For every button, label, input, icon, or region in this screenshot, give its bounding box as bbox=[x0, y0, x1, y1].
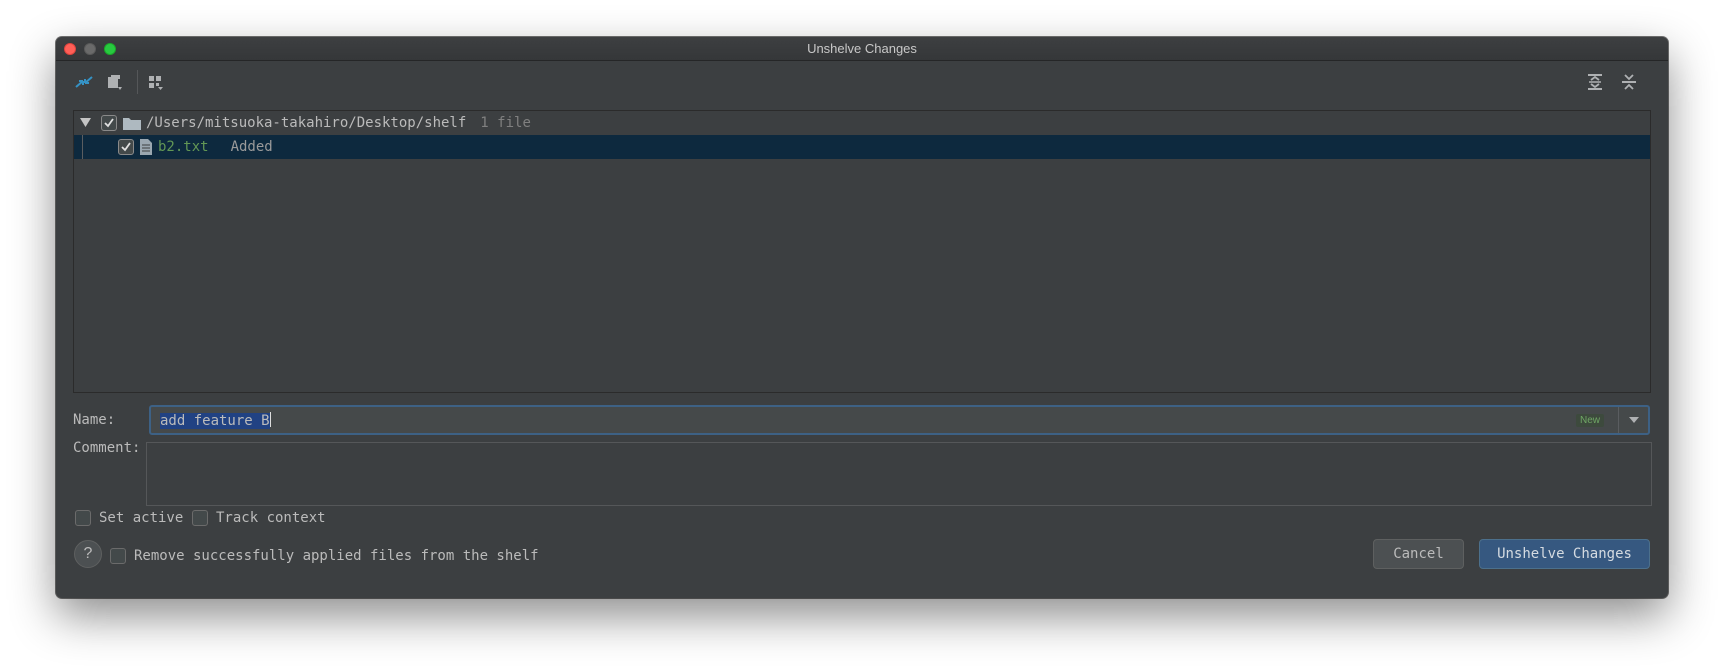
name-value: add feature B bbox=[160, 413, 270, 429]
text-caret bbox=[269, 412, 271, 427]
minimize-window-button[interactable] bbox=[84, 43, 96, 55]
file-name: b2.txt bbox=[158, 139, 209, 155]
file-checkbox[interactable] bbox=[118, 139, 134, 155]
changes-tree: /Users/mitsuoka-takahiro/Desktop/shelf 1… bbox=[73, 110, 1651, 393]
file-status: Added bbox=[230, 139, 273, 155]
chevron-down-icon bbox=[1628, 417, 1639, 423]
expand-triangle-icon[interactable] bbox=[78, 118, 92, 128]
folder-icon bbox=[123, 116, 141, 130]
set-active-checkbox[interactable] bbox=[75, 510, 91, 526]
unshelve-changes-button[interactable]: Unshelve Changes bbox=[1479, 539, 1650, 569]
cancel-button[interactable]: Cancel bbox=[1373, 539, 1464, 569]
toolbar-separator bbox=[137, 70, 138, 94]
window-title: Unshelve Changes bbox=[807, 41, 917, 56]
move-to-changelist-icon[interactable] bbox=[102, 69, 128, 95]
merge-arrows-icon[interactable] bbox=[71, 69, 97, 95]
maximize-window-button[interactable] bbox=[104, 43, 116, 55]
tree-file-row[interactable]: b2.txt Added bbox=[74, 135, 1650, 159]
set-active-label: Set active bbox=[99, 510, 184, 526]
group-by-icon[interactable] bbox=[143, 69, 169, 95]
root-checkbox[interactable] bbox=[101, 115, 117, 131]
root-file-count: 1 file bbox=[480, 115, 531, 131]
root-path: /Users/mitsuoka-takahiro/Desktop/shelf bbox=[146, 115, 467, 131]
name-dropdown-button[interactable] bbox=[1618, 407, 1648, 433]
new-badge: New bbox=[1575, 414, 1604, 427]
name-label: Name: bbox=[73, 412, 116, 428]
collapse-all-icon[interactable] bbox=[1616, 69, 1642, 95]
remove-applied-option[interactable]: Remove successfully applied files from t… bbox=[110, 548, 539, 564]
title-bar: Unshelve Changes bbox=[56, 37, 1668, 61]
track-context-checkbox[interactable] bbox=[192, 510, 208, 526]
unshelve-dialog: Unshelve Changes /Users/mitsuoka-takahir… bbox=[56, 37, 1668, 598]
remove-applied-checkbox[interactable] bbox=[110, 548, 126, 564]
expand-all-icon[interactable] bbox=[1582, 69, 1608, 95]
track-context-option[interactable]: Track context bbox=[192, 510, 326, 526]
remove-applied-label: Remove successfully applied files from t… bbox=[134, 548, 539, 564]
tree-root-row[interactable]: /Users/mitsuoka-takahiro/Desktop/shelf 1… bbox=[74, 111, 1650, 135]
help-button[interactable]: ? bbox=[74, 540, 102, 568]
text-file-icon bbox=[139, 139, 153, 155]
comment-label: Comment: bbox=[73, 440, 141, 456]
set-active-option[interactable]: Set active bbox=[75, 510, 183, 526]
track-context-label: Track context bbox=[216, 510, 326, 526]
name-input[interactable]: add feature B New bbox=[149, 405, 1650, 435]
comment-textarea[interactable] bbox=[146, 442, 1652, 506]
close-window-button[interactable] bbox=[64, 43, 76, 55]
